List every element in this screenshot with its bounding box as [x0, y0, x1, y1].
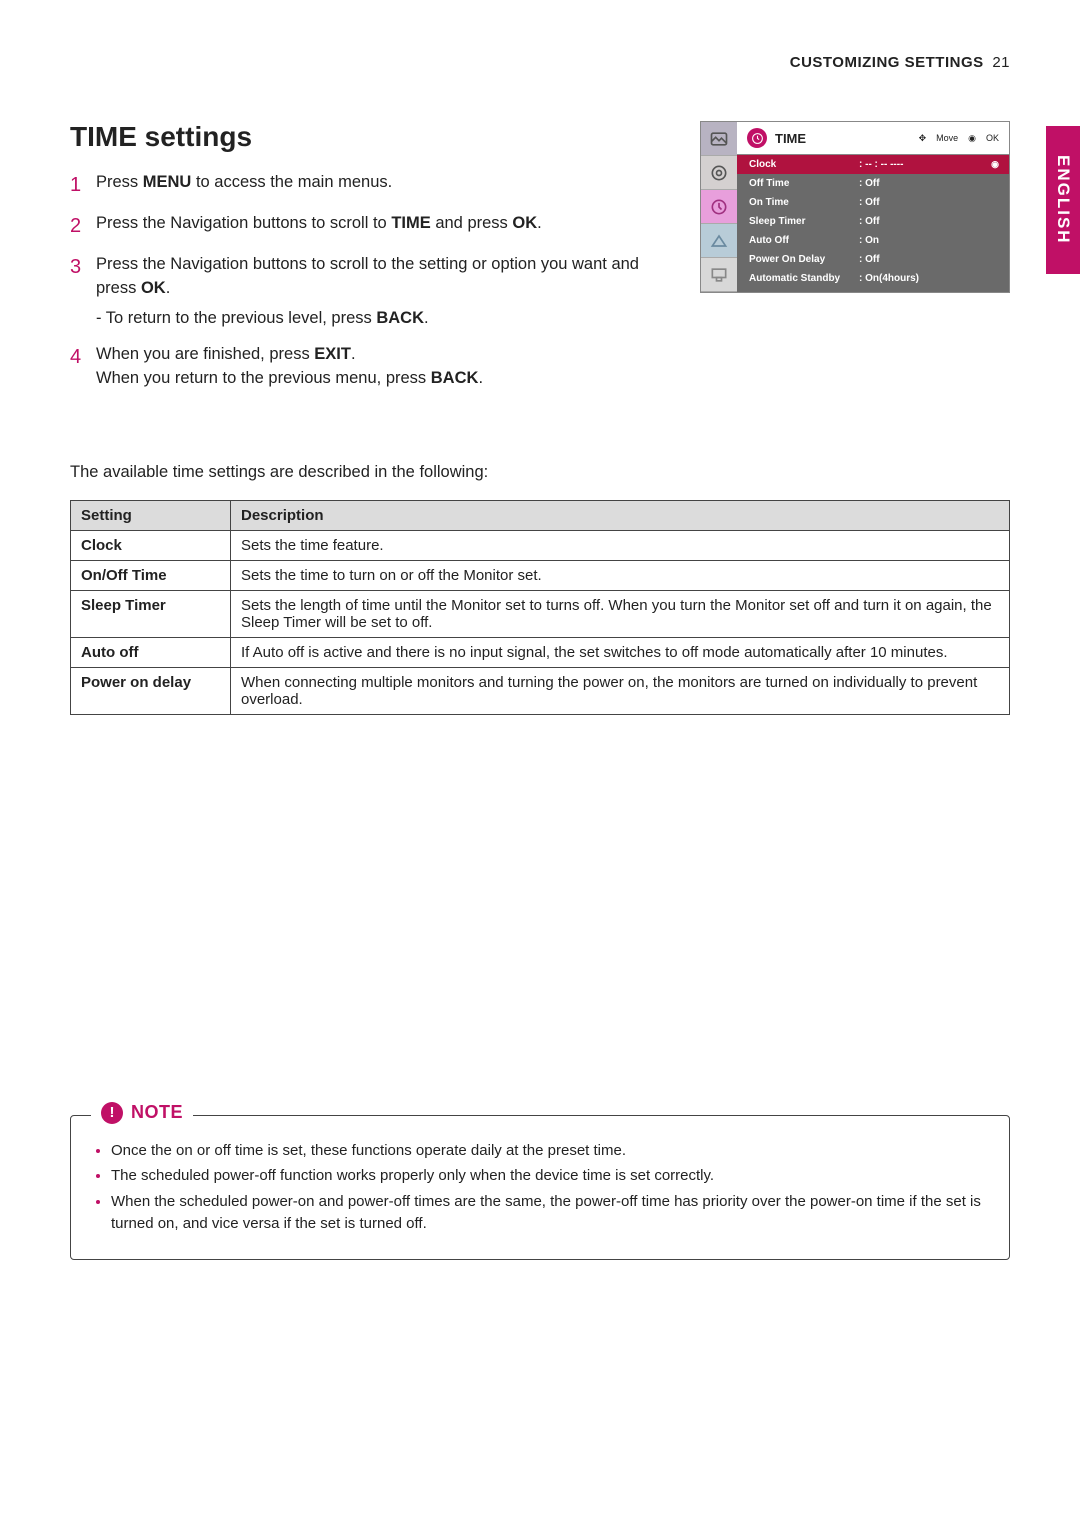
nav-ok-label: OK [986, 133, 999, 143]
osd-row-on-time[interactable]: On Time Off [737, 193, 1009, 212]
nav-ok-icon: ◉ [968, 133, 976, 144]
nav-move-label: Move [936, 133, 958, 143]
table-row: Auto off If Auto off is active and there… [71, 637, 1010, 667]
osd-list: Clock -- : -- ---- Off Time Off On Time … [737, 155, 1009, 288]
osd-row-auto-standby[interactable]: Automatic Standby On(4hours) [737, 269, 1009, 288]
table-row: Sleep Timer Sets the length of time unti… [71, 590, 1010, 637]
network-icon [701, 258, 737, 292]
th-description: Description [231, 500, 1010, 530]
note-title: NOTE [131, 1102, 183, 1123]
step-text: Press the Navigation buttons to scroll t… [96, 253, 670, 301]
intro-text: The available time settings are describe… [70, 463, 1010, 482]
note-icon: ! [101, 1102, 123, 1124]
nav-move-icon: ✥ [919, 133, 927, 144]
table-row: Power on delay When connecting multiple … [71, 667, 1010, 714]
table-row: On/Off Time Sets the time to turn on or … [71, 560, 1010, 590]
settings-table: Setting Description Clock Sets the time … [70, 500, 1010, 715]
osd-row-auto-off[interactable]: Auto Off On [737, 231, 1009, 250]
note-list: Once the on or off time is set, these fu… [93, 1140, 987, 1235]
picture-icon [701, 122, 737, 156]
section-name: CUSTOMIZING SETTINGS [790, 54, 984, 71]
clock-icon [747, 128, 767, 148]
time-icon [701, 190, 737, 224]
step-text: Press the Navigation buttons to scroll t… [96, 212, 542, 241]
osd-sidebar [701, 122, 737, 292]
osd-row-power-on-delay[interactable]: Power On Delay Off [737, 250, 1009, 269]
osd-title: TIME [775, 131, 806, 146]
step-text: Press MENU to access the main menus. [96, 171, 392, 200]
step-3-sub: - To return to the previous level, press… [96, 307, 670, 331]
list-item: Once the on or off time is set, these fu… [111, 1140, 987, 1162]
step-2: 2 Press the Navigation buttons to scroll… [70, 212, 670, 241]
osd-row-clock[interactable]: Clock -- : -- ---- [737, 155, 1009, 174]
note-box: ! NOTE Once the on or off time is set, t… [70, 1115, 1010, 1260]
list-item: When the scheduled power-on and power-of… [111, 1191, 987, 1235]
list-item: The scheduled power-off function works p… [111, 1165, 987, 1187]
page-title: TIME settings [70, 121, 670, 153]
page-number: 21 [992, 54, 1010, 71]
step-number: 2 [70, 212, 96, 241]
note-header: ! NOTE [91, 1102, 193, 1124]
osd-panel: TIME ✥ Move ◉ OK Clock -- : -- ---- [700, 121, 1010, 293]
th-setting: Setting [71, 500, 231, 530]
osd-row-sleep-timer[interactable]: Sleep Timer Off [737, 212, 1009, 231]
step-number: 3 [70, 253, 96, 301]
osd-main: TIME ✥ Move ◉ OK Clock -- : -- ---- [737, 122, 1009, 292]
osd-row-off-time[interactable]: Off Time Off [737, 174, 1009, 193]
table-row: Clock Sets the time feature. [71, 530, 1010, 560]
page-header: CUSTOMIZING SETTINGS 21 [70, 54, 1010, 71]
step-3: 3 Press the Navigation buttons to scroll… [70, 253, 670, 301]
language-tab: ENGLISH [1046, 126, 1080, 274]
audio-icon [701, 156, 737, 190]
osd-title-row: TIME ✥ Move ◉ OK [737, 122, 1009, 155]
step-4: 4 When you are finished, press EXIT. Whe… [70, 343, 670, 391]
step-number: 4 [70, 343, 96, 391]
step-1: 1 Press MENU to access the main menus. [70, 171, 670, 200]
step-number: 1 [70, 171, 96, 200]
step-text: When you are finished, press EXIT. When … [96, 343, 483, 391]
option-icon [701, 224, 737, 258]
